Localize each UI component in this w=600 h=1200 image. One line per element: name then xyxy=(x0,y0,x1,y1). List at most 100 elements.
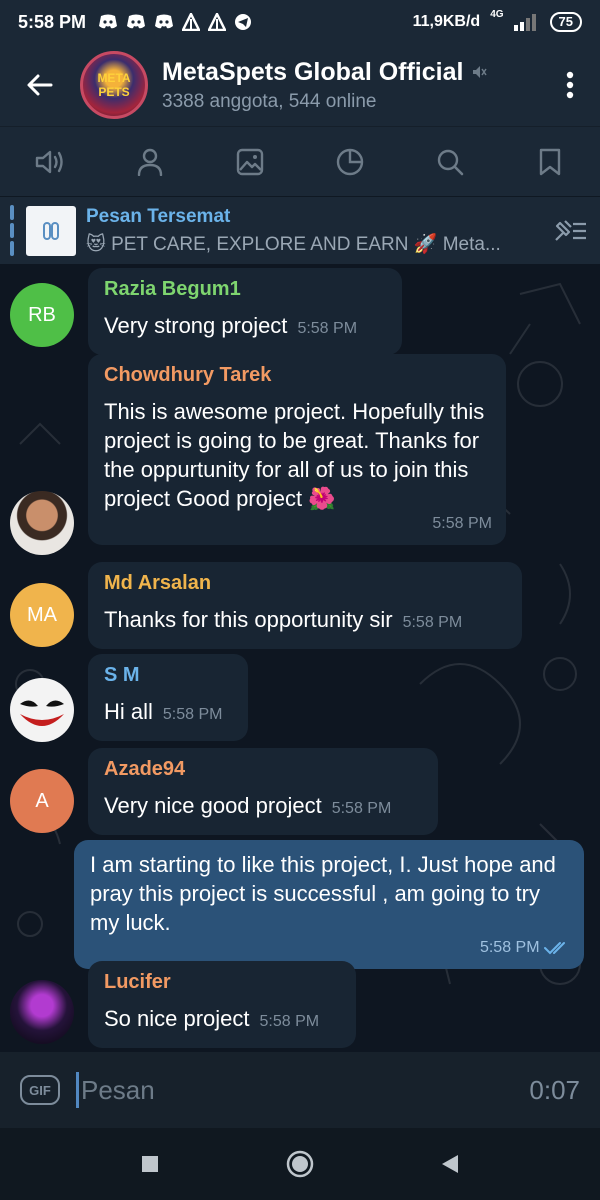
message-bubble[interactable]: S M Hi all 5:58 PM xyxy=(88,654,248,741)
voice-chat-button[interactable] xyxy=(20,132,80,192)
more-options-button[interactable] xyxy=(540,44,600,126)
avatar[interactable] xyxy=(10,491,74,555)
more-vert-icon xyxy=(566,71,574,99)
media-icon xyxy=(236,148,264,175)
pin-list-icon xyxy=(555,219,586,241)
discord-icon xyxy=(99,14,118,29)
message-text-row: Very nice good project 5:58 PM xyxy=(104,791,424,823)
saved-button[interactable] xyxy=(520,132,580,192)
sender-name: Md Arsalan xyxy=(104,572,212,594)
sender-name: Azade94 xyxy=(104,758,186,780)
system-nav-bar xyxy=(0,1128,600,1200)
message-text-row: Thanks for this opportunity sir 5:58 PM xyxy=(104,605,508,637)
pinned-thumbnail xyxy=(26,205,76,256)
message-time: 5:58 PM xyxy=(479,939,540,956)
message-text: Very nice good project xyxy=(104,793,322,818)
triangle-icon xyxy=(208,13,227,31)
message-bubble[interactable]: Md Arsalan Thanks for this opportunity s… xyxy=(88,562,522,649)
chat-messages[interactable]: RB Razia Begum1 Very strong project 5:58 … xyxy=(0,264,600,1052)
message-text-row: So nice project 5:58 PM xyxy=(104,1004,342,1036)
chat-subtitle: 3388 anggota, 544 online xyxy=(162,90,377,112)
pinned-indicator xyxy=(10,204,14,257)
message-time: 5:58 PM xyxy=(162,706,223,723)
message-text: I am starting to like this project, I. J… xyxy=(90,852,556,935)
avatar[interactable]: MA xyxy=(10,583,74,647)
home-button[interactable] xyxy=(275,1139,325,1189)
triangle-icon xyxy=(182,13,201,31)
message-text: Thanks for this opportunity sir xyxy=(104,607,393,632)
battery-indicator: 75 xyxy=(549,12,582,32)
voice-chat-icon xyxy=(35,150,63,173)
group-avatar[interactable]: META PETS xyxy=(80,51,148,119)
avatar[interactable]: RB xyxy=(10,283,74,347)
notification-icons xyxy=(98,13,252,31)
search-button[interactable] xyxy=(420,132,480,192)
mute-icon xyxy=(473,66,488,78)
recording-time: 0:07 xyxy=(529,1074,580,1105)
message-bubble[interactable]: Razia Begum1 Very strong project 5:58 PM xyxy=(88,268,402,355)
avatar[interactable] xyxy=(10,980,74,1044)
discord-icon xyxy=(127,14,146,29)
avatar-initials: MA xyxy=(27,603,57,626)
members-button[interactable] xyxy=(120,132,180,192)
message-time: 5:58 PM xyxy=(297,320,358,337)
back-nav-button[interactable] xyxy=(425,1139,475,1189)
signal-icon xyxy=(513,14,536,31)
chat-title-row: MetaSpets Global Official xyxy=(162,58,540,87)
avatar[interactable]: A xyxy=(10,769,74,833)
message-text: Very strong project xyxy=(104,313,288,338)
avatar[interactable] xyxy=(10,678,74,742)
message-text: This is awesome project. Hopefully this … xyxy=(104,399,485,511)
back-button[interactable] xyxy=(0,44,80,126)
message-time: 5:58 PM xyxy=(402,614,463,631)
message-text-row: Very strong project 5:58 PM xyxy=(104,311,388,343)
members-icon xyxy=(137,148,163,176)
message-time: 5:58 PM xyxy=(331,800,392,817)
status-bar: 5:58 PM 11,9KB/d 4G 75 xyxy=(0,0,600,44)
chat-action-bar xyxy=(0,126,600,196)
chat-header: META PETS MetaSpets Global Official 3388… xyxy=(0,44,600,126)
metaspets-logo-icon xyxy=(43,221,59,240)
stats-icon xyxy=(336,148,364,175)
message-bubble[interactable]: Lucifer So nice project 5:58 PM xyxy=(88,961,356,1048)
network-speed: 11,9KB/d xyxy=(412,13,481,30)
header-info[interactable]: MetaSpets Global Official 3388 anggota, … xyxy=(162,58,540,113)
bookmark-icon xyxy=(539,148,561,175)
media-button[interactable] xyxy=(220,132,280,192)
pinned-title: Pesan Tersemat xyxy=(86,205,231,227)
gif-button[interactable]: GIF xyxy=(20,1075,60,1105)
sender-name: Razia Begum1 xyxy=(104,278,241,300)
message-text: So nice project xyxy=(104,1006,250,1031)
recents-icon xyxy=(142,1156,158,1172)
recents-button[interactable] xyxy=(125,1139,175,1189)
message-bubble[interactable]: Azade94 Very nice good project 5:58 PM xyxy=(88,748,438,835)
message-text: Hi all xyxy=(104,699,153,724)
stats-button[interactable] xyxy=(320,132,380,192)
back-triangle-icon xyxy=(442,1155,458,1173)
pinned-list-button[interactable] xyxy=(540,201,600,261)
text-caret xyxy=(76,1072,79,1108)
pinned-message-bar[interactable]: Pesan Tersemat 😻 PET CARE, EXPLORE AND E… xyxy=(0,196,600,264)
message-time: 5:58 PM xyxy=(432,515,492,532)
avatar-initials: RB xyxy=(28,303,56,326)
search-icon xyxy=(437,149,464,175)
double-check-icon xyxy=(544,941,565,955)
message-text-row: Hi all 5:58 PM xyxy=(104,697,234,729)
status-time: 5:58 PM xyxy=(18,11,87,32)
group-avatar-text: META PETS xyxy=(97,71,131,99)
message-input[interactable] xyxy=(81,1074,530,1106)
message-bubble[interactable]: Chowdhury Tarek This is awesome project.… xyxy=(88,354,506,545)
status-right: 11,9KB/d 4G 75 xyxy=(412,9,582,32)
joker-face-icon xyxy=(20,700,64,726)
message-bubble-outgoing[interactable]: I am starting to like this project, I. J… xyxy=(74,840,584,969)
pinned-body: 😻 PET CARE, EXPLORE AND EARN 🚀 Meta... xyxy=(86,233,501,255)
sender-name: S M xyxy=(104,664,140,686)
back-arrow-icon xyxy=(27,74,53,96)
avatar-initials: A xyxy=(35,789,49,812)
message-composer: GIF 0:07 xyxy=(0,1052,600,1128)
message-status-row: 5:58 PM xyxy=(100,939,570,957)
home-icon xyxy=(286,1150,314,1178)
message-time: 5:58 PM xyxy=(259,1013,320,1030)
sender-name: Lucifer xyxy=(104,971,171,993)
pinned-text: Pesan Tersemat 😻 PET CARE, EXPLORE AND E… xyxy=(86,206,540,256)
